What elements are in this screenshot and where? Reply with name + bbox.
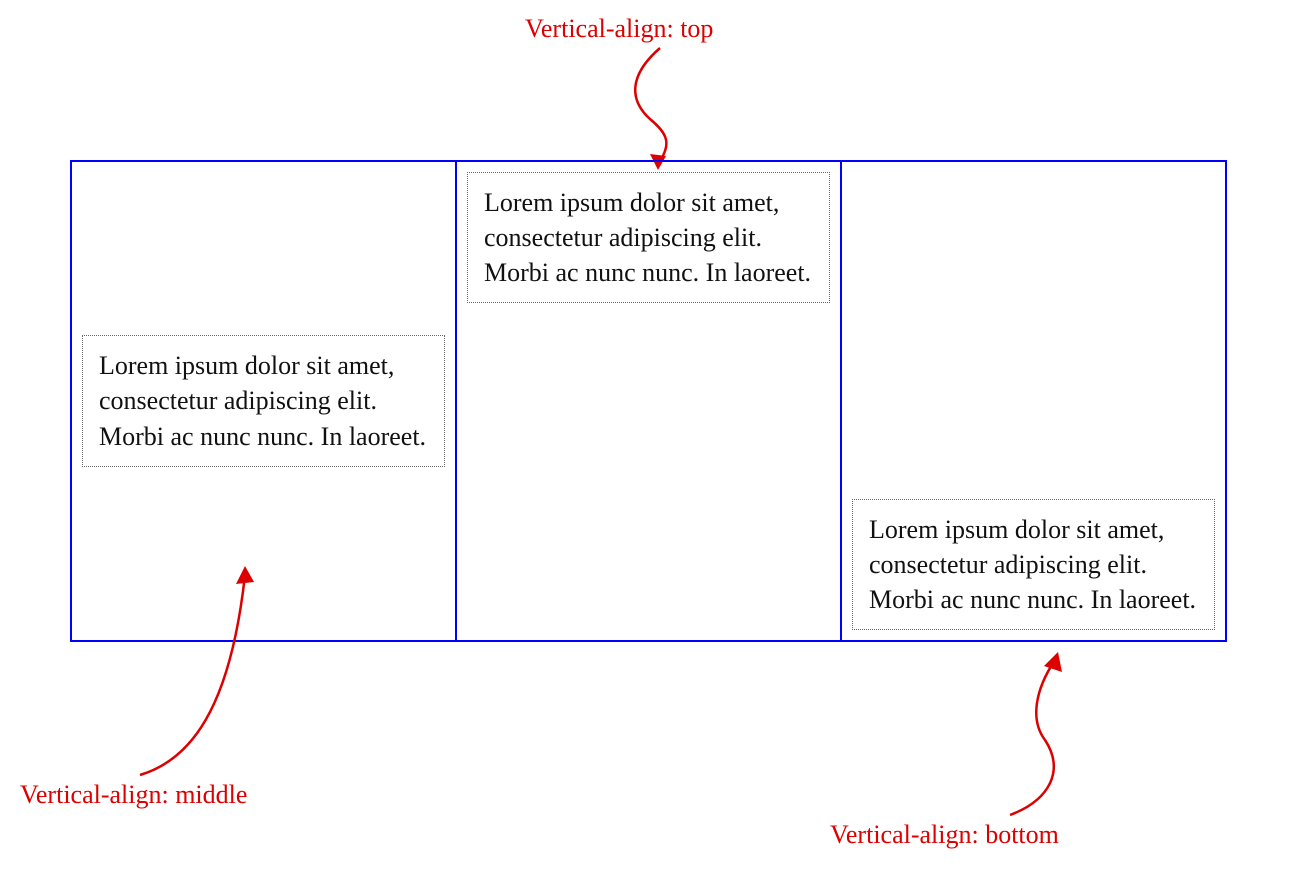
annotation-middle: Vertical-align: middle: [20, 780, 247, 810]
content-bottom: Lorem ipsum dolor sit amet, consectetur …: [852, 499, 1215, 630]
text-middle: Lorem ipsum dolor sit amet, consectetur …: [99, 351, 426, 450]
arrow-bottom-icon: [980, 650, 1100, 820]
text-top: Lorem ipsum dolor sit amet, consectetur …: [484, 188, 811, 287]
content-middle: Lorem ipsum dolor sit amet, consectetur …: [82, 335, 445, 466]
content-top: Lorem ipsum dolor sit amet, consectetur …: [467, 172, 830, 303]
arrow-middle-icon: [130, 560, 290, 780]
cell-top: Lorem ipsum dolor sit amet, consectetur …: [456, 161, 841, 641]
arrow-top-icon: [600, 44, 720, 170]
cell-bottom: Lorem ipsum dolor sit amet, consectetur …: [841, 161, 1226, 641]
annotation-top: Vertical-align: top: [525, 14, 713, 44]
annotation-bottom: Vertical-align: bottom: [830, 820, 1059, 850]
text-bottom: Lorem ipsum dolor sit amet, consectetur …: [869, 515, 1196, 614]
